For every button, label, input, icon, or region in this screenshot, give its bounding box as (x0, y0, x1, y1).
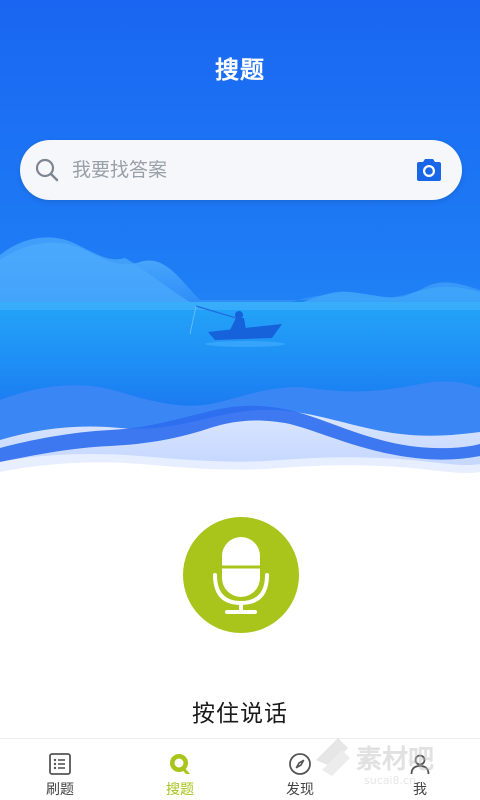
tab-search-label: 搜题 (166, 782, 194, 798)
tab-discover[interactable]: 发现 (240, 739, 360, 800)
bottom-tab-bar: 刷题 搜题 发现 我 (0, 738, 480, 800)
tab-me[interactable]: 我 (360, 739, 480, 800)
tab-practice[interactable]: 刷题 (0, 739, 120, 800)
search-input[interactable] (70, 150, 412, 190)
hold-to-speak-label: 按住说话 (192, 701, 288, 727)
tab-practice-label: 刷题 (46, 782, 74, 798)
user-icon (410, 754, 430, 775)
search-bar[interactable] (20, 140, 462, 200)
voice-record-button[interactable] (183, 517, 299, 633)
microphone-icon (213, 537, 269, 614)
camera-icon[interactable] (414, 155, 444, 185)
compass-icon (289, 753, 311, 775)
tab-search[interactable]: 搜题 (120, 739, 240, 800)
app-screen: 搜题 按住说话 (0, 0, 480, 800)
search-icon (35, 158, 59, 182)
tab-me-label: 我 (413, 782, 427, 798)
list-icon (49, 753, 71, 775)
page-title: 搜题 (215, 56, 265, 84)
search-tab-icon (170, 754, 190, 774)
tab-discover-label: 发现 (286, 782, 314, 798)
